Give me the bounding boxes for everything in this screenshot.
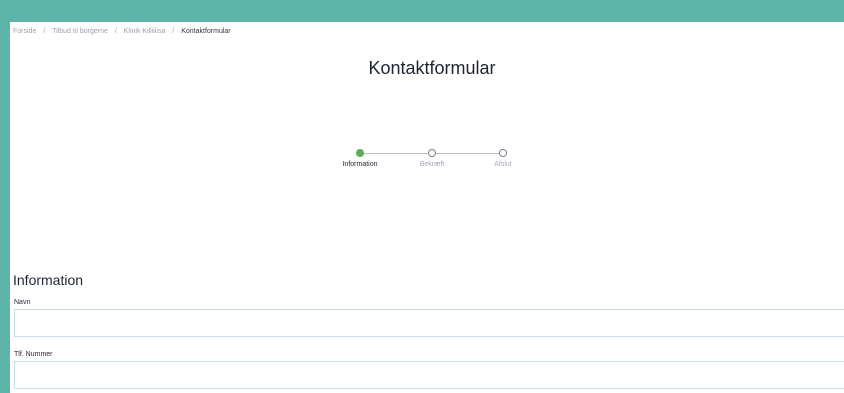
step-label: Information [342,161,378,168]
page-title: Kontaktformular [368,58,496,78]
section-heading-information: Information [13,272,84,288]
breadcrumb-link-tilbud[interactable]: Tilbud til borgerne [52,28,108,35]
step-connector [360,152,432,154]
step-circle-icon [428,149,436,157]
breadcrumb: Forside / Tilbud til borgerne / Klinik K… [13,28,231,35]
step-label: Afslut [494,161,512,168]
breadcrumb-link-klinik[interactable]: Klinik Killiliisa [124,28,166,35]
step-active-dot-icon [356,149,364,157]
name-field-label: Navn [14,299,31,306]
progress-stepper: Information Bekræft Afslut [10,149,844,189]
step-connector [432,152,503,154]
step-circle-icon [499,149,507,157]
breadcrumb-separator: / [172,28,175,35]
phone-input[interactable] [14,361,844,389]
breadcrumb-separator: / [114,28,117,35]
breadcrumb-current: Kontaktformular [181,28,231,35]
step-label: Bekræft [419,161,445,168]
page-container: Forside / Tilbud til borgerne / Klinik K… [10,22,844,393]
name-input[interactable] [14,309,844,337]
breadcrumb-link-forside[interactable]: Forside [13,28,36,35]
phone-field-label: Tlf. Nummer [14,351,53,358]
breadcrumb-separator: / [43,28,46,35]
